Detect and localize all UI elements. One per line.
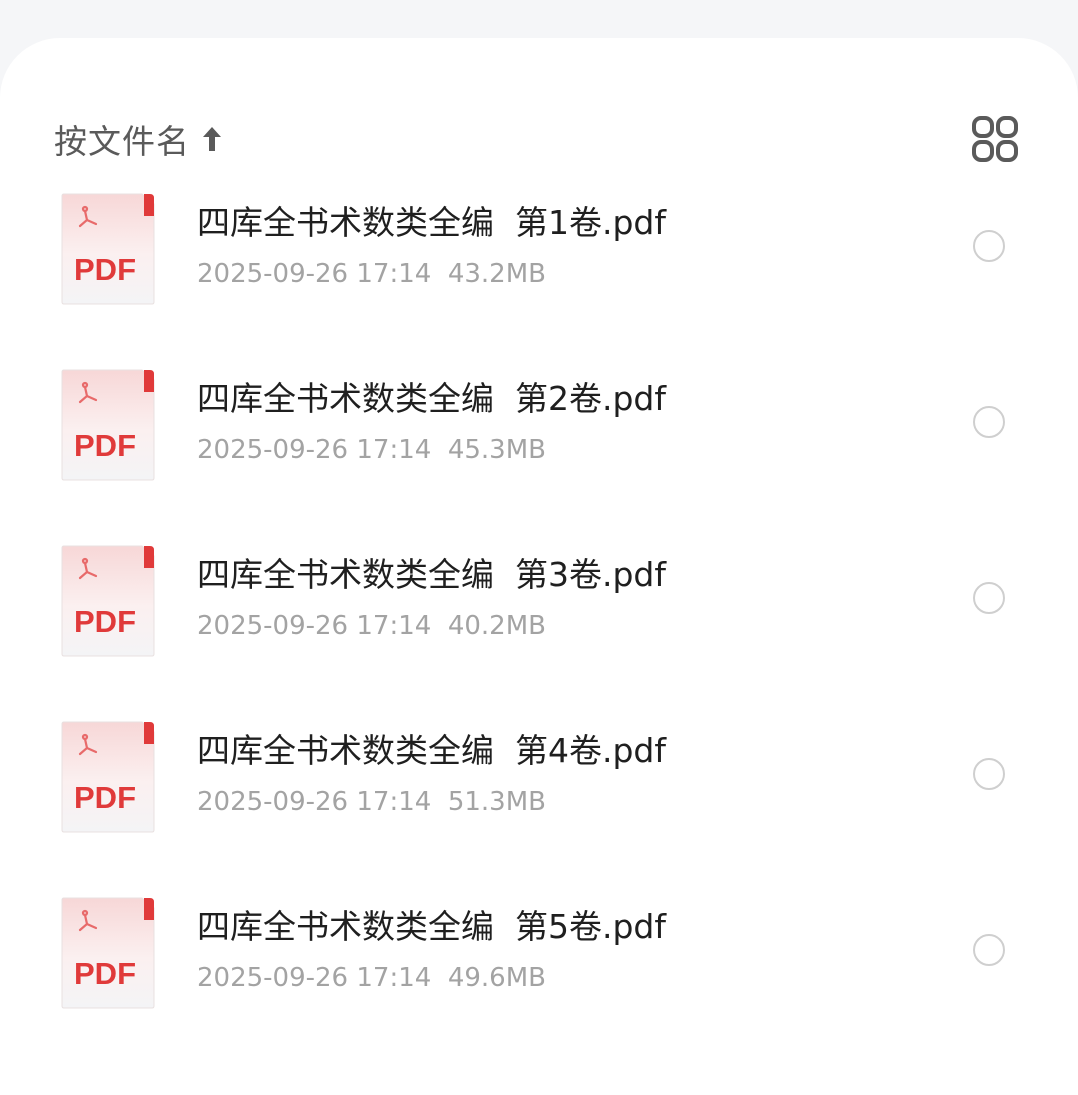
file-name: 四库全书术数类全编 第2卷.pdf (197, 379, 666, 418)
pdf-icon-label: PDF (74, 956, 136, 991)
file-browser-sheet: 按文件名 PDF 四库全书术数类全编 第1卷.pdf 2025-09-26 17… (0, 38, 1078, 1095)
file-name: 四库全书术数类全编 第1卷.pdf (197, 203, 666, 242)
pdf-file-icon: PDF (61, 193, 155, 305)
list-item[interactable]: PDF 四库全书术数类全编 第1卷.pdf 2025-09-26 17:14 4… (0, 174, 1078, 324)
sort-label: 按文件名 (54, 122, 190, 161)
file-meta: 2025-09-26 17:14 43.2MB (197, 259, 546, 289)
pdf-icon-label: PDF (74, 780, 136, 815)
file-name: 四库全书术数类全编 第3卷.pdf (197, 555, 666, 594)
pdf-icon-label: PDF (74, 428, 136, 463)
pdf-file-icon: PDF (61, 369, 155, 481)
select-radio[interactable] (973, 934, 1005, 966)
select-radio[interactable] (973, 406, 1005, 438)
file-meta: 2025-09-26 17:14 40.2MB (197, 611, 546, 641)
pdf-file-icon: PDF (61, 721, 155, 833)
pdf-icon-label: PDF (74, 604, 136, 639)
select-radio[interactable] (973, 582, 1005, 614)
file-name: 四库全书术数类全编 第5卷.pdf (197, 907, 666, 946)
grid-view-icon[interactable] (970, 114, 1020, 164)
file-meta: 2025-09-26 17:14 45.3MB (197, 435, 546, 465)
sort-by-name-button[interactable]: 按文件名 (54, 118, 224, 161)
arrow-up-icon (200, 124, 224, 154)
select-radio[interactable] (973, 230, 1005, 262)
list-item[interactable]: PDF 四库全书术数类全编 第4卷.pdf 2025-09-26 17:14 5… (0, 702, 1078, 852)
file-name: 四库全书术数类全编 第4卷.pdf (197, 731, 666, 770)
list-item[interactable]: PDF 四库全书术数类全编 第2卷.pdf 2025-09-26 17:14 4… (0, 350, 1078, 500)
file-meta: 2025-09-26 17:14 49.6MB (197, 963, 546, 993)
list-item[interactable]: PDF 四库全书术数类全编 第3卷.pdf 2025-09-26 17:14 4… (0, 526, 1078, 676)
select-radio[interactable] (973, 758, 1005, 790)
pdf-icon-label: PDF (74, 252, 136, 287)
pdf-file-icon: PDF (61, 897, 155, 1009)
list-item[interactable]: PDF 四库全书术数类全编 第5卷.pdf 2025-09-26 17:14 4… (0, 878, 1078, 1028)
file-meta: 2025-09-26 17:14 51.3MB (197, 787, 546, 817)
pdf-file-icon: PDF (61, 545, 155, 657)
